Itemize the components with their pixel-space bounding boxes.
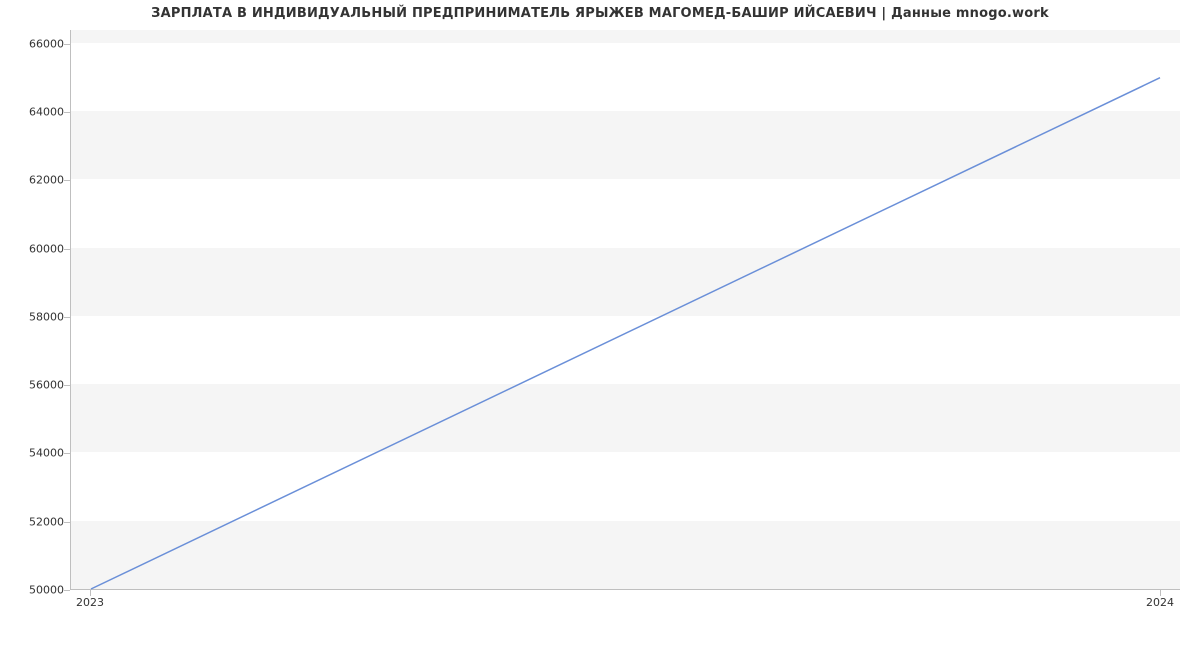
y-tick-label: 50000: [4, 584, 64, 597]
y-tick-label: 64000: [4, 106, 64, 119]
line-layer: [71, 30, 1180, 589]
y-tick-label: 58000: [4, 310, 64, 323]
series-line: [91, 78, 1160, 589]
y-tick-label: 62000: [4, 174, 64, 187]
y-tick-label: 52000: [4, 515, 64, 528]
x-tick-mark: [90, 590, 91, 596]
x-tick-label: 2023: [76, 596, 104, 609]
x-tick-label: 2024: [1146, 596, 1174, 609]
y-tick-label: 56000: [4, 379, 64, 392]
plot-area: [70, 30, 1180, 590]
x-tick-mark: [1160, 590, 1161, 596]
chart-title: ЗАРПЛАТА В ИНДИВИДУАЛЬНЫЙ ПРЕДПРИНИМАТЕЛ…: [0, 6, 1200, 21]
y-tick-label: 66000: [4, 37, 64, 50]
y-tick-label: 60000: [4, 242, 64, 255]
y-tick-label: 54000: [4, 447, 64, 460]
y-tick-mark: [64, 590, 70, 591]
chart-container: ЗАРПЛАТА В ИНДИВИДУАЛЬНЫЙ ПРЕДПРИНИМАТЕЛ…: [0, 0, 1200, 650]
